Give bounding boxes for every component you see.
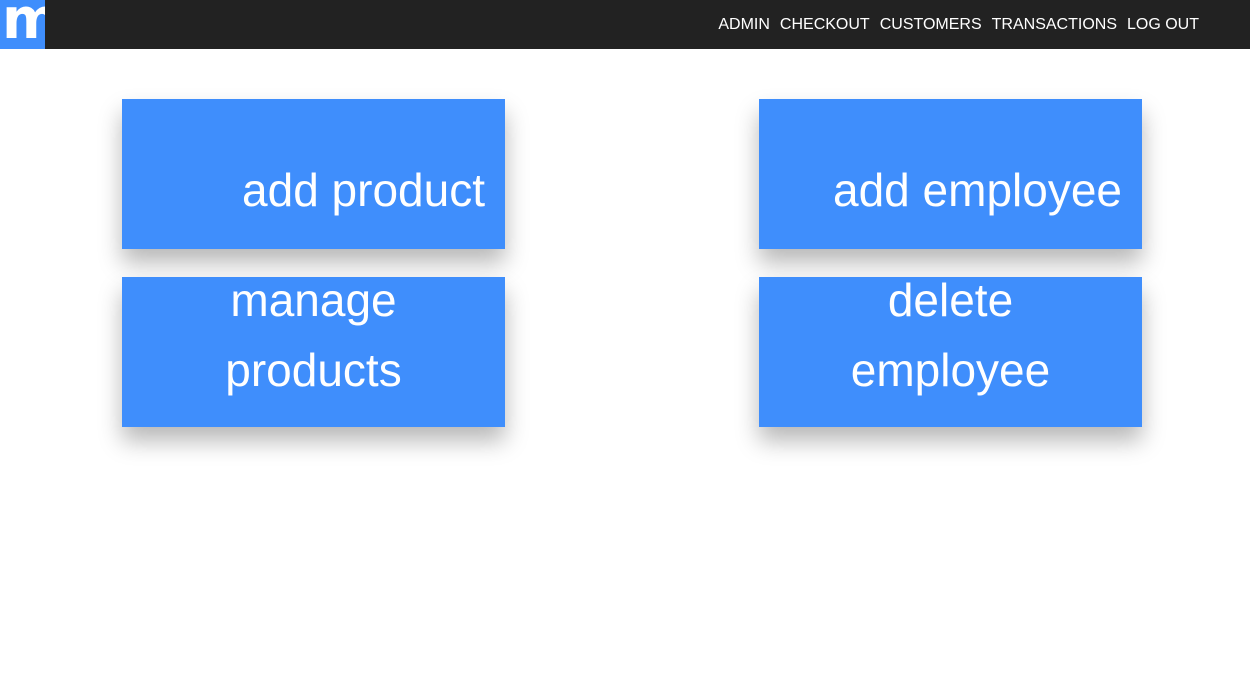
add-product-label: add product <box>242 164 485 216</box>
logo[interactable]: m <box>0 0 45 49</box>
top-navbar: m ADMIN CHECKOUT CUSTOMERS TRANSACTIONS … <box>0 0 1250 49</box>
delete-employee-button[interactable]: delete employee <box>759 277 1142 427</box>
manage-products-label-line-2: products <box>225 344 402 396</box>
nav-checkout-link[interactable]: CHECKOUT <box>780 16 870 34</box>
nav-menu: ADMIN CHECKOUT CUSTOMERS TRANSACTIONS LO… <box>718 0 1199 49</box>
manage-products-button[interactable]: manage products <box>122 277 505 427</box>
nav-admin-link[interactable]: ADMIN <box>718 16 770 34</box>
add-employee-button[interactable]: add employee <box>759 99 1142 249</box>
logo-letter: m <box>2 0 45 49</box>
nav-customers-link[interactable]: CUSTOMERS <box>880 16 982 34</box>
delete-employee-label-line-1: delete <box>887 277 1014 326</box>
delete-employee-label-line-2: employee <box>850 344 1051 396</box>
add-employee-label: add employee <box>833 164 1122 216</box>
manage-products-label-line-1: manage <box>230 277 397 326</box>
add-product-button[interactable]: add product <box>122 99 505 249</box>
nav-logout-link[interactable]: LOG OUT <box>1127 16 1199 34</box>
nav-transactions-link[interactable]: TRANSACTIONS <box>992 16 1117 34</box>
